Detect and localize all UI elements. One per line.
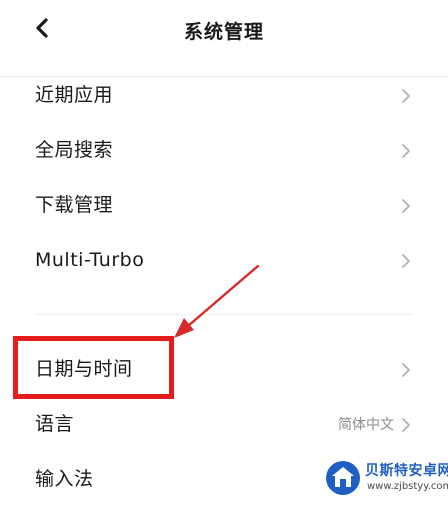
watermark-url: www.zjbstyy.com <box>367 481 448 492</box>
settings-item-language[interactable]: 语言 简体中文 <box>0 399 448 451</box>
settings-item-multi-turbo[interactable]: Multi-Turbo <box>0 235 448 287</box>
watermark: 贝斯特安卓网 www.zjbstyy.com <box>322 456 448 501</box>
settings-item-label: 语言 <box>35 413 75 435</box>
settings-item-value: 简体中文 <box>338 417 394 433</box>
title-bar: 系统管理 <box>0 0 448 77</box>
settings-item-download-manager[interactable]: 下载管理 <box>0 180 448 232</box>
settings-item-global-search[interactable]: 全局搜索 <box>0 125 448 177</box>
settings-item-label: Multi-Turbo <box>35 249 145 271</box>
settings-item-label: 下载管理 <box>35 194 114 216</box>
settings-item-date-time[interactable]: 日期与时间 <box>0 344 448 396</box>
settings-item-label: 全局搜索 <box>35 139 114 161</box>
settings-item-label: 输入法 <box>35 468 94 490</box>
chevron-right-icon <box>402 363 410 377</box>
house-logo-icon <box>326 461 360 495</box>
settings-item-recent-apps[interactable]: 近期应用 <box>0 70 448 122</box>
chevron-right-icon <box>402 418 410 432</box>
chevron-right-icon <box>402 199 410 213</box>
watermark-brand: 贝斯特安卓网 <box>365 463 448 479</box>
chevron-right-icon <box>402 89 410 103</box>
chevron-right-icon <box>402 254 410 268</box>
settings-item-label: 近期应用 <box>35 84 114 106</box>
page-title: 系统管理 <box>183 21 264 43</box>
section-divider <box>35 314 413 315</box>
settings-item-label: 日期与时间 <box>35 358 133 380</box>
chevron-right-icon <box>402 144 410 158</box>
